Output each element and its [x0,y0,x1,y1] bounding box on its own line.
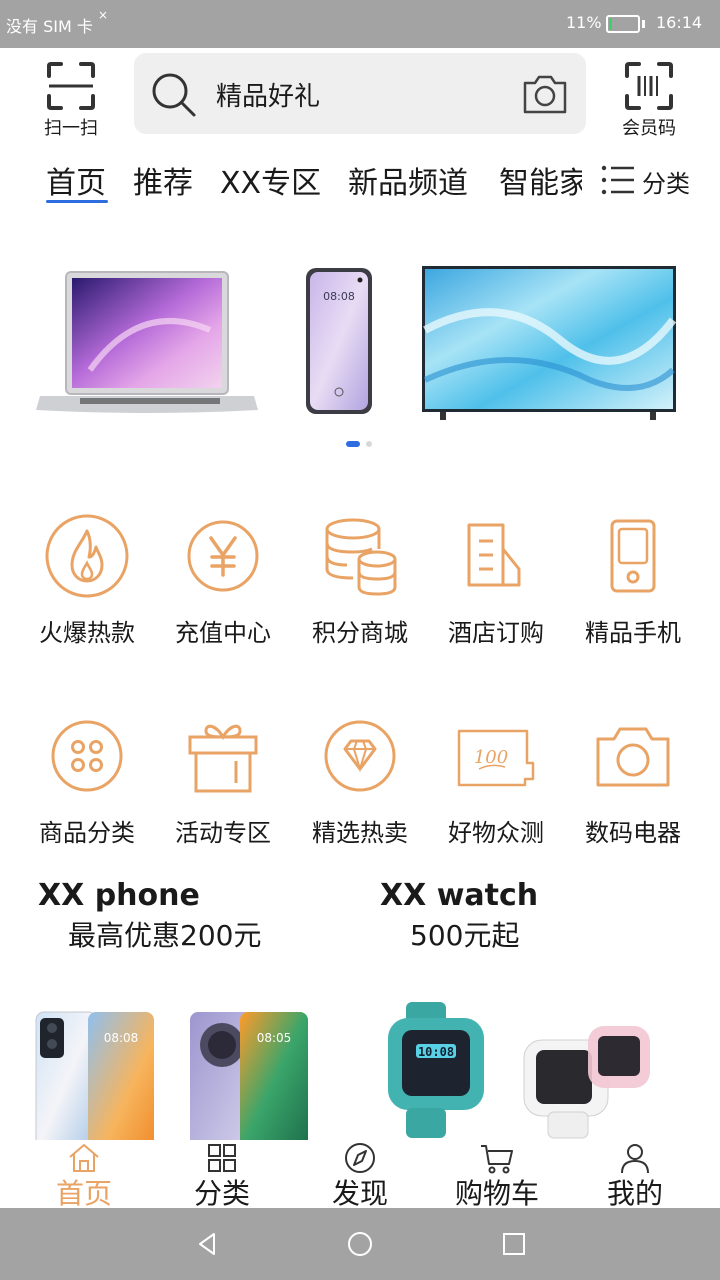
category-button[interactable]: 分类 [600,162,700,198]
member-code-label: 会员码 [622,118,676,139]
battery-level [609,18,612,30]
battery-icon [606,15,640,33]
gift-box-icon [188,724,258,793]
yen-coin-icon [187,520,259,592]
phone-screen-time: 08:08 [323,290,355,303]
carrier-text: 没有 SIM 卡 [6,17,93,36]
diamond-icon [324,720,396,792]
cart-icon [481,1145,513,1174]
entry-product-testing[interactable]: 100 好物众测 [431,713,561,848]
entry-events[interactable]: 活动专区 [158,713,288,848]
bottom-tab-discover[interactable]: 发现 [300,1142,420,1212]
bottom-tab-label: 分类 [193,1177,250,1210]
entry-label: 精选热卖 [312,819,408,847]
camera-icon [596,727,670,787]
compass-icon [345,1143,375,1173]
laptop-image [36,271,258,413]
scan-button[interactable]: 扫一扫 [30,56,112,142]
entry-featured-hot[interactable]: 精选热卖 [295,713,425,848]
grid-dots-icon [51,720,123,792]
banner-products-image: 08:08 [36,266,677,420]
search-placeholder: 精品好礼 [216,82,321,112]
fire-icon [45,514,129,598]
tab-recommend[interactable]: 推荐 [133,158,193,202]
phone-product-image[interactable]: 08:08 08:05 [35,1011,308,1140]
entry-label: 商品分类 [39,819,135,847]
bottom-tab-label: 购物车 [454,1177,539,1210]
search-header: 扫一扫 精品好礼 会员码 [0,48,720,148]
entry-product-categories[interactable]: 商品分类 [22,713,152,848]
entry-label: 充值中心 [175,619,271,647]
watch-product-screen-time: 10:08 [418,1045,454,1059]
entry-points-mall[interactable]: 积分商城 [295,513,425,648]
entry-label: 精品手机 [585,619,681,647]
phone-icon [610,519,656,593]
user-icon [621,1144,649,1174]
recents-square-icon[interactable] [500,1230,528,1258]
promo-images: 08:08 08:05 10:08 [0,1000,720,1140]
back-icon[interactable] [194,1230,220,1258]
entry-recharge[interactable]: 充值中心 [158,513,288,648]
tab-active-indicator [46,200,108,203]
category-label: 分类 [642,170,690,198]
battery-cap [642,20,645,28]
tv-image [422,266,677,420]
no-sim-mark: × [98,8,109,22]
promo-phone-subtitle: 最高优惠200元 [68,919,262,952]
member-code-button[interactable]: 会员码 [608,56,690,142]
watch-product-image[interactable]: 10:08 [388,1002,650,1139]
status-bar: 没有 SIM 卡 × 11% 16:14 [0,0,720,48]
hotel-building-icon [467,523,521,587]
entry-hot-items[interactable]: 火爆热款 [22,513,152,648]
bottom-tab-label: 我的 [606,1177,663,1210]
tab-smart-home[interactable]: 智能家 [499,158,582,202]
phone-product-screen-time: 08:05 [257,1031,292,1045]
battery-percent: 11% [566,13,602,32]
search-icon [152,73,196,117]
bottom-tab-home[interactable]: 首页 [24,1142,144,1212]
list-menu-icon [601,165,634,195]
entry-label: 好物众测 [448,819,544,847]
scan-icon [47,62,95,110]
phone-image: 08:08 [306,268,372,414]
entry-label: 数码电器 [585,819,681,847]
system-nav-bar [0,1208,720,1280]
ticket-icon: 100 [457,729,535,787]
entry-label: 活动专区 [175,819,271,847]
carousel-dot [366,441,372,447]
image-search-camera-icon[interactable] [522,73,568,115]
entry-label: 火爆热款 [39,619,135,647]
tab-xx-zone[interactable]: XX专区 [220,158,321,202]
scan-label: 扫一扫 [44,118,98,139]
member-barcode-icon [625,62,673,110]
bottom-tab-cart[interactable]: 购物车 [437,1142,557,1212]
coins-stack-icon [325,518,397,596]
home-icon [69,1144,99,1172]
promo-products-image: 08:08 08:05 10:08 [35,1002,650,1140]
entry-phones[interactable]: 精品手机 [568,513,698,648]
entry-hotel[interactable]: 酒店订购 [431,513,561,648]
carousel-dot-active [346,441,360,447]
promo-phone-title[interactable]: XX phone [38,878,200,913]
banner-carousel[interactable]: 08:08 [0,240,720,460]
bottom-tab-bar: 首页 分类 发现 购物车 我的 [0,1140,720,1210]
bottom-tab-label: 首页 [55,1177,112,1210]
tab-new-products[interactable]: 新品频道 [348,158,468,202]
channel-tabs: 首页 推荐 XX专区 新品频道 智能家 分类 [0,150,720,210]
search-input[interactable]: 精品好礼 [134,53,586,134]
entry-digital[interactable]: 数码电器 [568,713,698,848]
tab-home[interactable]: 首页 [46,158,106,202]
home-circle-icon[interactable] [346,1230,374,1258]
channel-tabs-scroll[interactable]: 首页 推荐 XX专区 新品频道 智能家 [0,150,582,210]
entry-label: 酒店订购 [448,619,544,647]
status-time: 16:14 [656,13,703,32]
promo-watch-title[interactable]: XX watch [380,878,538,913]
entry-label: 积分商城 [312,619,408,647]
phone-product-screen-time: 08:08 [104,1031,139,1045]
bottom-tab-category[interactable]: 分类 [162,1142,282,1212]
category-grid-icon [208,1144,236,1172]
promo-watch-subtitle: 500元起 [410,919,520,952]
bottom-tab-label: 发现 [331,1177,388,1210]
bottom-tab-me[interactable]: 我的 [575,1142,695,1212]
